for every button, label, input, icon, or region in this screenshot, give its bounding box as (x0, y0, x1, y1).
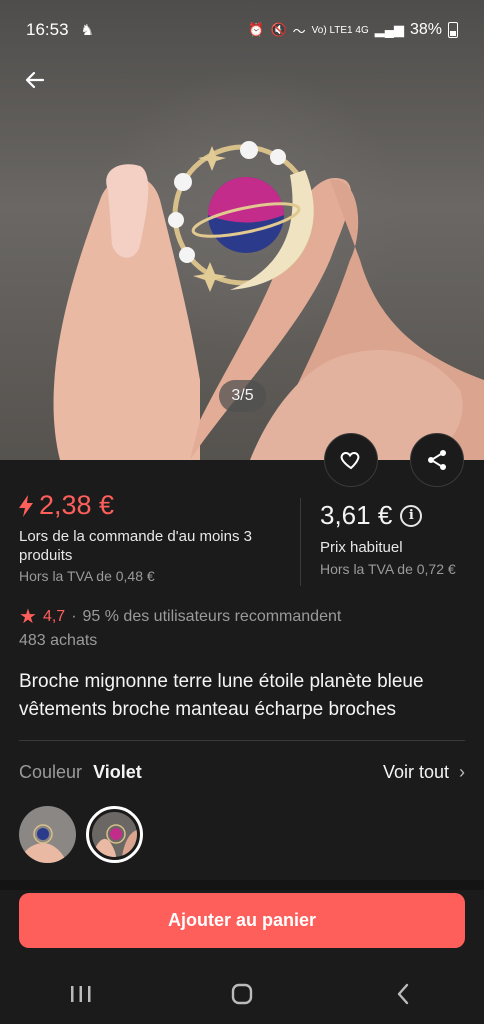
swatch-blue[interactable] (19, 806, 76, 863)
regular-price-block: 3,61 € i Prix habituel Hors la TVA de 0,… (320, 500, 480, 577)
recent-apps-button[interactable] (51, 964, 111, 1024)
price-divider (300, 498, 301, 586)
promo-price: 2,38 € (19, 490, 294, 521)
regular-price-label: Prix habituel (320, 539, 403, 556)
share-icon (428, 450, 446, 470)
price-section: 2,38 € Lors de la commande d'au moins 3 … (0, 490, 484, 590)
signal-icon: ▂▄▆ (374, 22, 404, 37)
see-all-label: Voir tout (382, 762, 449, 782)
product-title: Broche mignonne terre lune étoile planèt… (19, 671, 424, 720)
wifi-icon: 〜 (292, 23, 306, 39)
add-to-cart-button[interactable]: Ajouter au panier (19, 893, 465, 948)
chevron-left-icon (398, 983, 409, 1005)
variant-label: Couleur (19, 762, 83, 782)
lightning-icon (19, 494, 33, 517)
back-button[interactable] (18, 66, 52, 100)
promo-price-block: 2,38 € Lors de la commande d'au moins 3 … (19, 490, 294, 584)
status-bar: 16:53 ♞ ⏰ 🔇 〜 Vo) LTE1 4G ▂▄▆ 38% (0, 0, 484, 60)
recent-apps-icon (70, 986, 91, 1002)
see-all-link[interactable]: Voir tout › (383, 762, 465, 783)
swatch-blue-thumbnail (19, 806, 76, 863)
battery-icon (448, 22, 458, 38)
network-label: Vo) LTE1 4G (311, 24, 369, 36)
recommend-text: 95 % des utilisateurs recommandent (82, 607, 342, 625)
rating-separator: · (71, 607, 77, 625)
share-button[interactable] (410, 433, 464, 487)
swatch-violet-thumbnail (92, 812, 137, 857)
section-separator (0, 880, 484, 890)
divider (19, 740, 465, 741)
variant-swatches (19, 806, 143, 863)
image-page-indicator: 3/5 (219, 380, 266, 412)
battery-percent: 38% (409, 21, 442, 38)
regular-price-value: 3,61 € (320, 500, 393, 530)
notification-icon: ♞ (80, 22, 94, 39)
variant-selector-row[interactable]: Couleur Violet Voir tout › (19, 762, 465, 783)
promo-condition: Lors de la commande d'au moins 3 produit… (19, 528, 252, 564)
mute-icon: 🔇 (270, 22, 287, 37)
promo-tax: Hors la TVA de 0,48 € (19, 568, 155, 584)
home-button[interactable] (212, 964, 272, 1024)
arrow-left-icon (25, 71, 45, 89)
rating-row[interactable]: ★ 4,7 · 95 % des utilisateurs recommande… (19, 604, 341, 629)
variant-value: Violet (93, 762, 142, 782)
rating-score: 4,7 (42, 607, 66, 625)
product-image[interactable]: 16:53 ♞ ⏰ 🔇 〜 Vo) LTE1 4G ▂▄▆ 38% 3/5 (0, 0, 484, 460)
purchase-count: 483 achats (19, 632, 98, 649)
home-icon (231, 983, 253, 1005)
favorite-button[interactable] (324, 433, 378, 487)
alarm-icon: ⏰ (248, 22, 265, 37)
chevron-right-icon: › (459, 762, 465, 782)
info-icon[interactable]: i (400, 504, 423, 527)
swatch-violet[interactable] (86, 806, 143, 863)
system-navigation-bar (0, 964, 484, 1024)
system-back-button[interactable] (373, 964, 433, 1024)
promo-price-value: 2,38 € (39, 490, 115, 520)
star-icon: ★ (19, 606, 37, 628)
heart-icon (340, 451, 360, 470)
status-time: 16:53 (26, 20, 69, 39)
regular-tax: Hors la TVA de 0,72 € (320, 561, 456, 577)
